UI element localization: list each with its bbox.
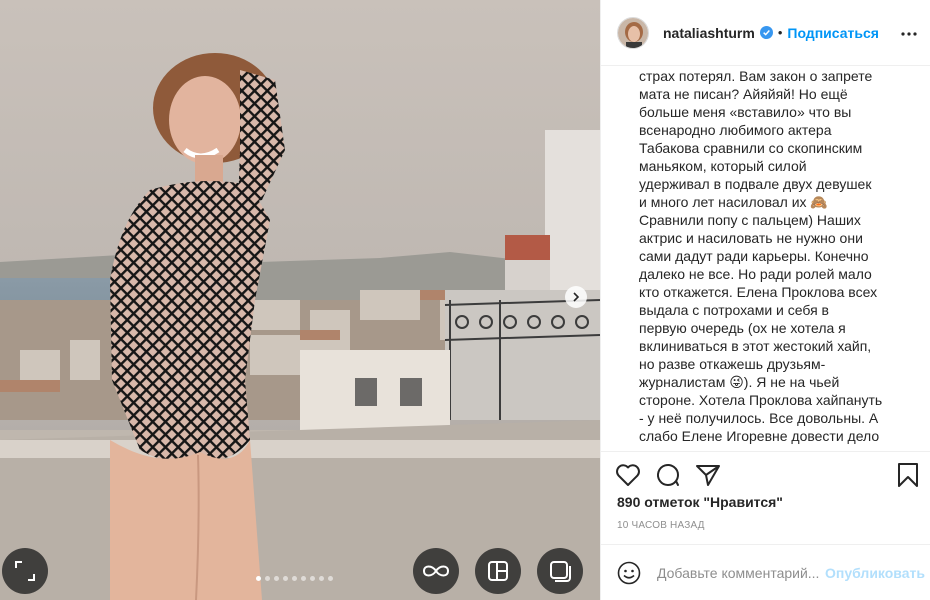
caption-line: удерживал в подвале двух девушек xyxy=(639,176,872,192)
save-button[interactable] xyxy=(895,462,921,488)
caption-line: первую очередь (ох не хотела я xyxy=(639,320,846,336)
caption-scroll[interactable]: дружественным чмо и гладныестрах потерял… xyxy=(601,67,930,451)
expand-icon xyxy=(15,561,35,581)
follow-button[interactable]: Подписаться xyxy=(787,25,879,41)
comment-icon xyxy=(657,464,679,486)
share-icon xyxy=(696,465,720,486)
verified-badge-icon xyxy=(759,26,773,39)
separator: • xyxy=(777,25,783,40)
avatar[interactable] xyxy=(617,16,649,49)
emoji-icon xyxy=(617,561,641,584)
username[interactable]: nataliashturm xyxy=(663,25,755,41)
caption-line: мата не писан? Айяйяй! Но ещё xyxy=(639,86,848,102)
caption-line: больше меня «вставило» что вы xyxy=(639,104,852,120)
carousel-dot xyxy=(319,576,324,581)
carousel-indicator xyxy=(256,576,333,581)
post-info-panel: nataliashturm • Подписаться дружественны… xyxy=(600,0,930,600)
post-photo xyxy=(0,0,600,600)
caption-line: Табакова сравнили со скопинским xyxy=(639,140,863,156)
caption-line: журналистам 😜). Я не на чьей xyxy=(639,374,840,390)
comment-input[interactable] xyxy=(657,564,825,581)
caption-line: кто откажется. Елена Проклова всех xyxy=(639,284,878,300)
caption-line: страх потерял. Вам закон о запрете xyxy=(639,68,873,84)
caption-line: но разве откажешь друзьям- xyxy=(639,356,826,372)
like-button[interactable] xyxy=(615,462,641,488)
bookmark-icon xyxy=(898,463,918,487)
carousel-dot xyxy=(256,576,261,581)
post-media[interactable] xyxy=(0,0,600,600)
chevron-right-icon xyxy=(573,292,580,302)
post-timestamp[interactable]: 10 ЧАСОВ НАЗАД xyxy=(617,520,705,531)
publish-button[interactable]: Опубликовать xyxy=(825,565,925,581)
action-bar xyxy=(601,451,930,497)
share-button[interactable] xyxy=(695,462,721,488)
caption-line: маньяком, который силой xyxy=(639,158,807,174)
comment-button[interactable] xyxy=(655,462,681,488)
caption-line: выдала с потрохами и себя в xyxy=(639,302,829,318)
carousel-dot xyxy=(265,576,270,581)
layout-icon xyxy=(488,561,508,581)
carousel-dot xyxy=(328,576,333,581)
next-photo-button[interactable] xyxy=(565,286,587,308)
more-options-icon xyxy=(901,32,917,36)
caption-line: далеко не все. Но ради ролей мало xyxy=(639,266,872,282)
caption-line: стороне. Хотела Проклова хайпануть xyxy=(639,392,883,408)
more-options-button[interactable] xyxy=(899,24,919,44)
caption-line: Сравнили попу с пальцем) Наших xyxy=(639,212,861,228)
layout-button[interactable] xyxy=(475,548,521,594)
caption-line: всенародно любимого актера xyxy=(639,122,832,138)
caption-line: и много лет насиловал их 🙈 xyxy=(639,194,828,210)
comment-bar: Опубликовать xyxy=(601,544,930,600)
caption-line: - у неё получилось. Все довольны. А xyxy=(639,410,879,426)
caption-line: слабо Елене Игоревне довести дело xyxy=(639,428,880,444)
emoji-button[interactable] xyxy=(617,561,641,585)
carousel-dot xyxy=(283,576,288,581)
caption-line: сами дадут ради карьеры. Конечно xyxy=(639,248,869,264)
heart-icon xyxy=(616,464,640,486)
carousel-dot xyxy=(292,576,297,581)
expand-button[interactable] xyxy=(2,548,48,594)
caption-text: дружественным чмо и гладныестрах потерял… xyxy=(639,67,911,445)
post-header: nataliashturm • Подписаться xyxy=(601,0,930,66)
caption-line: актрис и насиловать не нужно они xyxy=(639,230,863,246)
boomerang-button[interactable] xyxy=(413,548,459,594)
gallery-button[interactable] xyxy=(537,548,583,594)
carousel-dot xyxy=(301,576,306,581)
caption-line: вклиниваться в этот жестокий хайп, xyxy=(639,338,872,354)
gallery-icon xyxy=(550,561,571,582)
carousel-dot xyxy=(310,576,315,581)
boomerang-icon xyxy=(422,565,450,577)
likes-count[interactable]: 890 отметок "Нравится" xyxy=(617,494,783,510)
carousel-dot xyxy=(274,576,279,581)
